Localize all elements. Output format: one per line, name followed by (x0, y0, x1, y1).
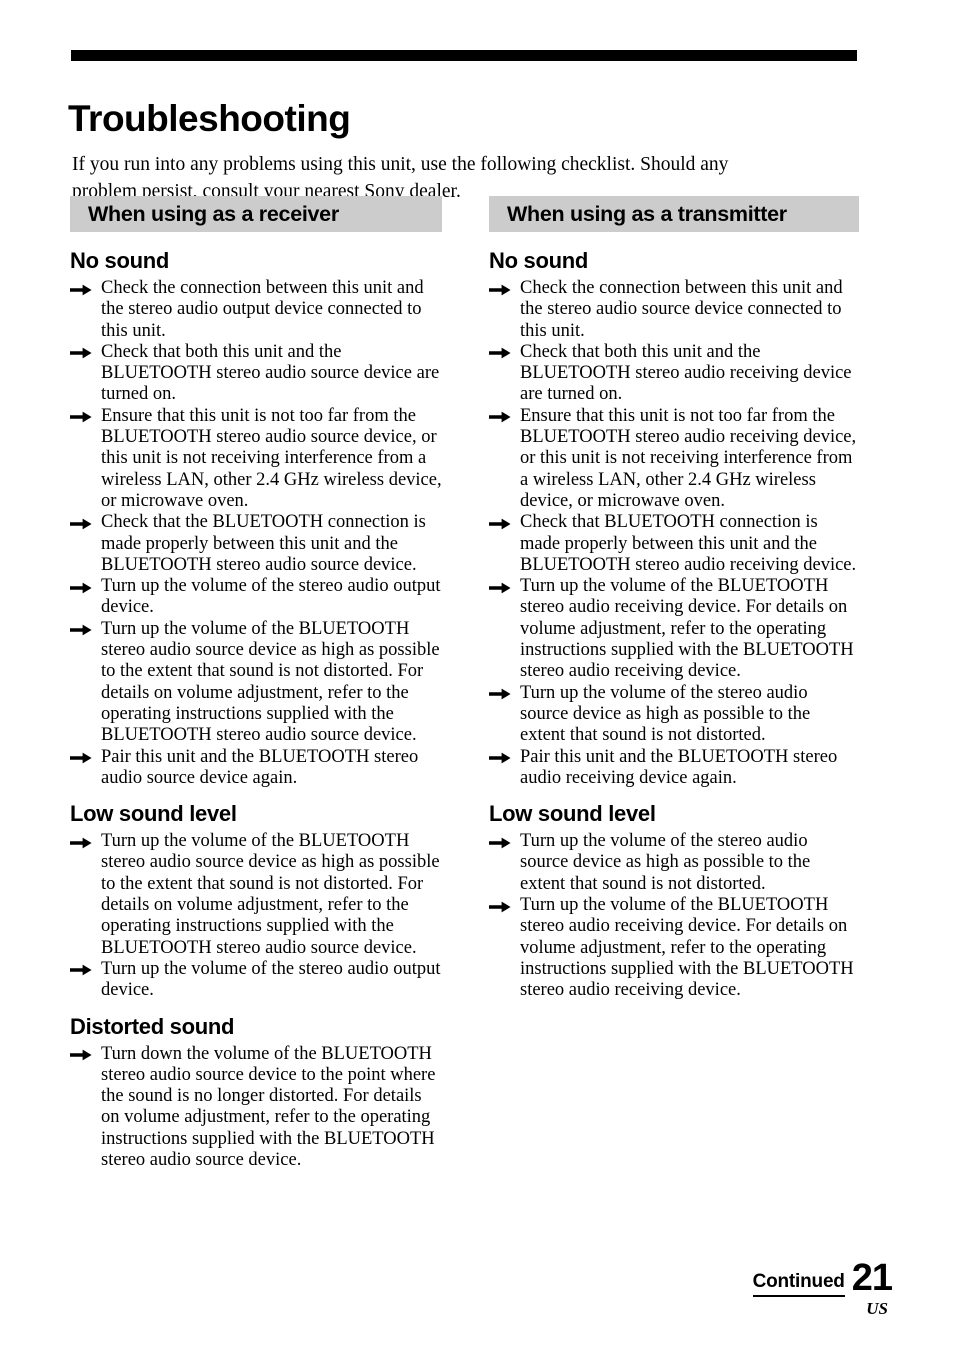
list-item: Turn up the volume of the stereo audio o… (70, 959, 442, 1002)
sections-container-left: No sound Check the connection between thi… (70, 248, 442, 1171)
list-item-text: Check the connection between this unit a… (101, 278, 424, 341)
list-item-text: Turn up the volume of the stereo audio o… (101, 958, 441, 1001)
list-item: Ensure that this unit is not too far fro… (489, 406, 859, 512)
list-item: Turn up the volume of the stereo audio s… (489, 831, 859, 895)
list-item: Turn up the volume of the stereo audio o… (70, 576, 442, 619)
list-item: Turn down the volume of the BLUETOOTH st… (70, 1044, 442, 1172)
right-arrow-icon (70, 1049, 92, 1061)
list-item-text: Turn up the volume of the BLUETOOTH ster… (101, 831, 440, 958)
document-page: Troubleshooting If you run into any prob… (0, 0, 954, 1357)
section-heading: No sound (489, 248, 589, 273)
right-arrow-icon (70, 582, 92, 594)
right-arrow-icon (70, 518, 92, 530)
right-arrow-icon (489, 582, 511, 594)
right-arrow-icon (489, 752, 511, 764)
list-item-text: Ensure that this unit is not too far fro… (520, 405, 857, 511)
list-item-text: Check that both this unit and the BLUETO… (101, 341, 440, 405)
right-arrow-icon (489, 411, 511, 423)
list-item: Check that BLUETOOTH connection is made … (489, 512, 859, 576)
checklist: Turn up the volume of the BLUETOOTH ster… (70, 831, 442, 1001)
section-heading: Distorted sound (70, 1013, 235, 1039)
right-arrow-icon (70, 624, 92, 636)
list-item-text: Turn up the volume of the BLUETOOTH ster… (520, 895, 854, 1001)
list-item: Ensure that this unit is not too far fro… (70, 406, 442, 512)
section-heading: Low sound level (70, 801, 237, 827)
list-item: Turn up the volume of the BLUETOOTH ster… (489, 576, 859, 682)
list-item-text: Check that BLUETOOTH connection is made … (520, 512, 857, 575)
checklist: Turn down the volume of the BLUETOOTH st… (70, 1044, 442, 1172)
right-arrow-icon (70, 411, 92, 423)
right-arrow-icon (70, 347, 92, 359)
right-arrow-icon (489, 284, 511, 296)
list-item: Check the connection between this unit a… (489, 278, 859, 342)
page-title: Troubleshooting (68, 97, 351, 139)
list-item-text: Ensure that this unit is not too far fro… (101, 405, 442, 511)
list-item: Pair this unit and the BLUETOOTH stereo … (70, 747, 442, 790)
checklist: Check the connection between this unit a… (70, 278, 442, 789)
right-arrow-icon (70, 284, 92, 296)
section-heading: No sound (70, 248, 170, 273)
list-item-text: Turn down the volume of the BLUETOOTH st… (101, 1043, 436, 1170)
continued-label: Continued (752, 1271, 845, 1297)
section-banner-receiver: When using as a receiver (70, 196, 442, 232)
header-rule (71, 50, 857, 61)
right-arrow-icon (70, 752, 92, 764)
column-receiver: When using as a receiver No sound Check t… (70, 196, 442, 1171)
list-item-text: Turn up the volume of the BLUETOOTH ster… (520, 576, 854, 682)
column-transmitter: When using as a transmitter No sound Chec… (489, 196, 859, 1002)
list-item: Check that the BLUETOOTH connection is m… (70, 512, 442, 576)
list-item-text: Turn up the volume of the stereo audio o… (101, 576, 441, 618)
list-item-text: Turn up the volume of the BLUETOOTH ster… (101, 618, 440, 746)
list-item-text: Check that the BLUETOOTH connection is m… (101, 512, 426, 575)
list-item: Check that both this unit and the BLUETO… (489, 342, 859, 406)
list-item: Turn up the volume of the stereo audio s… (489, 683, 859, 747)
sections-container-right: No sound Check the connection between thi… (489, 248, 859, 1002)
list-item-text: Check the connection between this unit a… (520, 278, 843, 341)
list-item: Turn up the volume of the BLUETOOTH ster… (70, 619, 442, 747)
checklist: Check the connection between this unit a… (489, 278, 859, 789)
section-banner-label: When using as a transmitter (507, 201, 787, 226)
right-arrow-icon (489, 901, 511, 913)
section-heading: Low sound level (489, 801, 656, 827)
page-number: 21 (851, 1257, 893, 1299)
list-item: Turn up the volume of the BLUETOOTH ster… (489, 895, 859, 1001)
list-item-text: Pair this unit and the BLUETOOTH stereo … (520, 746, 838, 788)
list-item-text: Check that both this unit and the BLUETO… (520, 341, 852, 405)
list-item: Check that both this unit and the BLUETO… (70, 342, 442, 406)
right-arrow-icon (489, 518, 511, 530)
right-arrow-icon (489, 347, 511, 359)
right-arrow-icon (70, 964, 92, 976)
right-arrow-icon (489, 688, 511, 700)
right-arrow-icon (489, 837, 511, 849)
region-code: US (866, 1299, 888, 1318)
list-item-text: Turn up the volume of the stereo audio s… (520, 682, 811, 746)
list-item-text: Pair this unit and the BLUETOOTH stereo … (101, 746, 419, 788)
checklist: Turn up the volume of the stereo audio s… (489, 831, 859, 1001)
list-item: Pair this unit and the BLUETOOTH stereo … (489, 747, 859, 790)
page-footer: Continued 21 US (752, 1257, 893, 1319)
footer-row: Continued 21 (752, 1257, 893, 1299)
section-banner-transmitter: When using as a transmitter (489, 196, 859, 232)
list-item: Check the connection between this unit a… (70, 278, 442, 342)
right-arrow-icon (70, 837, 92, 849)
list-item-text: Turn up the volume of the stereo audio s… (520, 831, 811, 894)
section-banner-label: When using as a receiver (88, 201, 339, 226)
list-item: Turn up the volume of the BLUETOOTH ster… (70, 831, 442, 959)
